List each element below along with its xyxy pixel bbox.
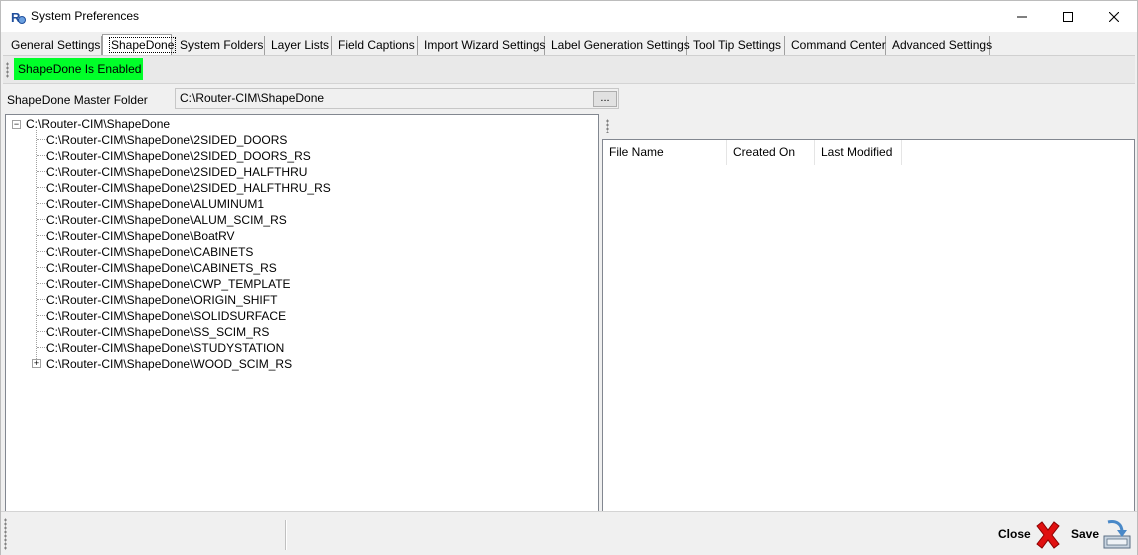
shapedone-panel: ShapeDone Is Enabled ShapeDone Master Fo…	[3, 55, 1135, 512]
system-preferences-window: R System Preferences General Settings Sh…	[0, 0, 1138, 555]
tab-tool-tip-settings[interactable]: Tool Tip Settings	[687, 36, 785, 56]
tab-label-generation-settings[interactable]: Label Generation Settings	[545, 36, 690, 56]
tab-general-settings[interactable]: General Settings	[5, 36, 102, 56]
tree-item[interactable]: C:\Router-CIM\ShapeDone\2SIDED_HALFTHRU_…	[46, 180, 331, 196]
minimize-icon	[1017, 16, 1027, 17]
toolbar-grip-icon[interactable]	[4, 518, 7, 550]
footer-bar: Close Save	[1, 511, 1137, 555]
master-folder-label: ShapeDone Master Folder	[7, 93, 148, 107]
tab-shapedone[interactable]: ShapeDone	[102, 34, 177, 56]
expand-icon[interactable]: +	[32, 359, 41, 368]
tree-item[interactable]: C:\Router-CIM\ShapeDone\2SIDED_HALFTHRU	[46, 164, 307, 180]
tree-item[interactable]: C:\Router-CIM\ShapeDone\ALUM_SCIM_RS	[46, 212, 287, 228]
status-separator	[285, 520, 287, 550]
toolbar-grip-icon[interactable]	[606, 119, 609, 133]
close-button-label[interactable]: Close	[998, 527, 1031, 541]
close-icon	[1109, 11, 1119, 22]
shapedone-status-badge: ShapeDone Is Enabled	[14, 58, 143, 80]
router-cim-logo-icon: R	[10, 9, 26, 25]
collapse-icon[interactable]: −	[12, 120, 21, 129]
tree-item[interactable]: C:\Router-CIM\ShapeDone\WOOD_SCIM_RS	[46, 356, 292, 372]
maximize-icon	[1063, 11, 1073, 22]
tab-field-captions[interactable]: Field Captions	[332, 36, 418, 56]
tree-item[interactable]: C:\Router-CIM\ShapeDone\2SIDED_DOORS_RS	[46, 148, 311, 164]
browse-folder-button[interactable]: ...	[593, 91, 617, 107]
window-close-button[interactable]	[1091, 1, 1137, 32]
tab-strip: General Settings ShapeDone System Folder…	[1, 32, 1137, 56]
column-header-file-name[interactable]: File Name	[603, 140, 727, 165]
maximize-button[interactable]	[1045, 1, 1091, 32]
tree-item[interactable]: C:\Router-CIM\ShapeDone\STUDYSTATION	[46, 340, 284, 356]
tab-import-wizard-settings[interactable]: Import Wizard Settings	[418, 36, 545, 56]
tree-item[interactable]: C:\Router-CIM\ShapeDone\ALUMINUM1	[46, 196, 264, 212]
master-folder-field[interactable]: C:\Router-CIM\ShapeDone	[175, 88, 619, 109]
tree-item[interactable]: C:\Router-CIM\ShapeDone\SOLIDSURFACE	[46, 308, 286, 324]
save-disk-icon[interactable]	[1102, 518, 1132, 550]
tree-item[interactable]: C:\Router-CIM\ShapeDone\SS_SCIM_RS	[46, 324, 269, 340]
file-list-toolbar	[603, 114, 1135, 138]
tree-item[interactable]: C:\Router-CIM\ShapeDone\CABINETS	[46, 244, 253, 260]
tab-system-folders[interactable]: System Folders	[174, 36, 265, 56]
column-header-last-modified[interactable]: Last Modified	[815, 140, 902, 165]
tree-item[interactable]: C:\Router-CIM\ShapeDone\ORIGIN_SHIFT	[46, 292, 277, 308]
tab-command-center[interactable]: Command Center	[785, 36, 886, 56]
red-x-icon[interactable]	[1033, 520, 1063, 550]
column-header-created-on[interactable]: Created On	[727, 140, 815, 165]
save-button-label[interactable]: Save	[1071, 527, 1099, 541]
tree-root[interactable]: C:\Router-CIM\ShapeDone	[26, 116, 170, 132]
tree-item[interactable]: C:\Router-CIM\ShapeDone\CWP_TEMPLATE	[46, 276, 291, 292]
tree-item[interactable]: C:\Router-CIM\ShapeDone\CABINETS_RS	[46, 260, 277, 276]
tree-item[interactable]: C:\Router-CIM\ShapeDone\2SIDED_DOORS	[46, 132, 287, 148]
minimize-button[interactable]	[999, 1, 1045, 32]
tree-item[interactable]: C:\Router-CIM\ShapeDone\BoatRV	[46, 228, 235, 244]
toolbar-grip-icon[interactable]	[6, 62, 9, 78]
title-bar: R System Preferences	[1, 1, 1137, 32]
tab-layer-lists[interactable]: Layer Lists	[265, 36, 332, 56]
file-list[interactable]: File Name Created On Last Modified	[602, 139, 1135, 512]
folder-tree[interactable]: − C:\Router-CIM\ShapeDone C:\Router-CIM\…	[5, 114, 599, 512]
window-title: System Preferences	[31, 9, 140, 23]
tab-advanced-settings[interactable]: Advanced Settings	[886, 36, 992, 56]
status-toolbar: ShapeDone Is Enabled	[3, 56, 1135, 84]
